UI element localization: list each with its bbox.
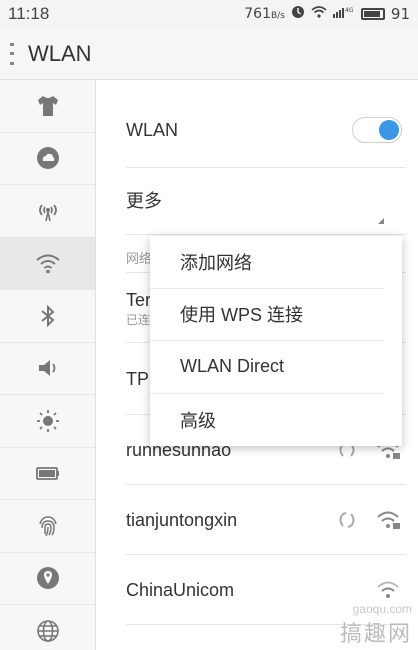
wlan-switch-knob — [379, 120, 399, 140]
network-name: tianjuntongxin — [126, 509, 238, 530]
settings-sidebar — [0, 80, 96, 650]
battery-level: 91 — [390, 5, 410, 23]
sidebar-item-battery[interactable] — [0, 448, 95, 500]
shirt-icon — [37, 95, 58, 116]
cloud-icon — [36, 147, 59, 170]
sidebar-item-location[interactable] — [0, 553, 95, 605]
network-icons — [376, 579, 402, 601]
sidebar-item-hotspot[interactable] — [0, 185, 95, 238]
network-icons — [334, 509, 402, 531]
status-icons: 761B/s 4G 91 — [244, 5, 410, 23]
overflow-popup-menu: 添加网络 使用 WPS 连接 WLAN Direct 高级 — [150, 236, 402, 446]
wifi-lock-icon — [377, 511, 400, 529]
page-title: WLAN — [28, 40, 92, 66]
fingerprint-icon — [38, 515, 57, 537]
globe-icon — [36, 619, 59, 642]
network-name: TP — [126, 368, 150, 389]
divider — [126, 167, 406, 168]
sidebar-item-bluetooth[interactable] — [0, 290, 95, 343]
menu-item-wps-connect[interactable]: 使用 WPS 连接 — [150, 289, 384, 341]
watermark-url: gaoqu.com — [352, 602, 412, 616]
sidebar-item-language[interactable] — [0, 605, 95, 650]
menu-handle-icon[interactable] — [10, 42, 14, 65]
battery-status-icon — [360, 8, 385, 20]
menu-item-advanced[interactable]: 高级 — [150, 394, 384, 447]
wlan-switch[interactable] — [352, 117, 402, 143]
sidebar-item-sound[interactable] — [0, 343, 95, 395]
sidebar-item-cloud[interactable] — [0, 133, 95, 185]
divider — [126, 234, 406, 235]
battery-icon — [35, 467, 59, 481]
divider — [126, 554, 406, 555]
network-speed: 761B/s — [244, 6, 285, 22]
divider — [126, 484, 406, 485]
wifi-status-icon — [311, 6, 327, 22]
bluetooth-icon — [40, 304, 54, 328]
sidebar-item-display[interactable] — [0, 395, 95, 448]
location-icon — [36, 567, 59, 590]
network-status: 已连 — [126, 313, 151, 327]
wifi-icon — [35, 254, 60, 274]
alarm-icon — [291, 5, 305, 23]
brightness-icon — [36, 409, 59, 432]
network-section-label: 网络 — [126, 250, 153, 266]
more-row[interactable]: 更多 — [126, 180, 402, 220]
network-item[interactable]: tianjuntongxin — [126, 498, 402, 542]
menu-item-add-network[interactable]: 添加网络 — [150, 236, 384, 289]
sidebar-item-theme[interactable] — [0, 80, 95, 133]
network-name: Ter — [126, 290, 152, 310]
watermark: gaoqu.com 搞趣网 — [340, 602, 412, 648]
status-time: 11:18 — [8, 4, 50, 23]
title-bar: WLAN — [0, 28, 418, 80]
volume-icon — [38, 360, 55, 377]
svg-text:4G: 4G — [345, 7, 354, 14]
sidebar-item-fingerprint[interactable] — [0, 500, 95, 553]
hotspot-icon — [38, 204, 57, 221]
menu-item-wlan-direct[interactable]: WLAN Direct — [150, 341, 384, 394]
sidebar-item-wlan[interactable] — [0, 237, 95, 290]
status-bar: 11:18 761B/s 4G 91 — [0, 0, 418, 28]
wlan-toggle-row[interactable]: WLAN — [126, 110, 402, 150]
more-label: 更多 — [126, 191, 162, 211]
network-name: ChinaUnicom — [126, 579, 235, 600]
cellular-signal-icon: 4G — [332, 6, 355, 22]
expand-corner-icon — [378, 218, 384, 224]
watermark-brand: 搞趣网 — [339, 621, 412, 646]
refresh-icon — [339, 512, 355, 528]
wlan-label: WLAN — [126, 119, 179, 140]
wifi-signal-icon — [377, 581, 399, 598]
